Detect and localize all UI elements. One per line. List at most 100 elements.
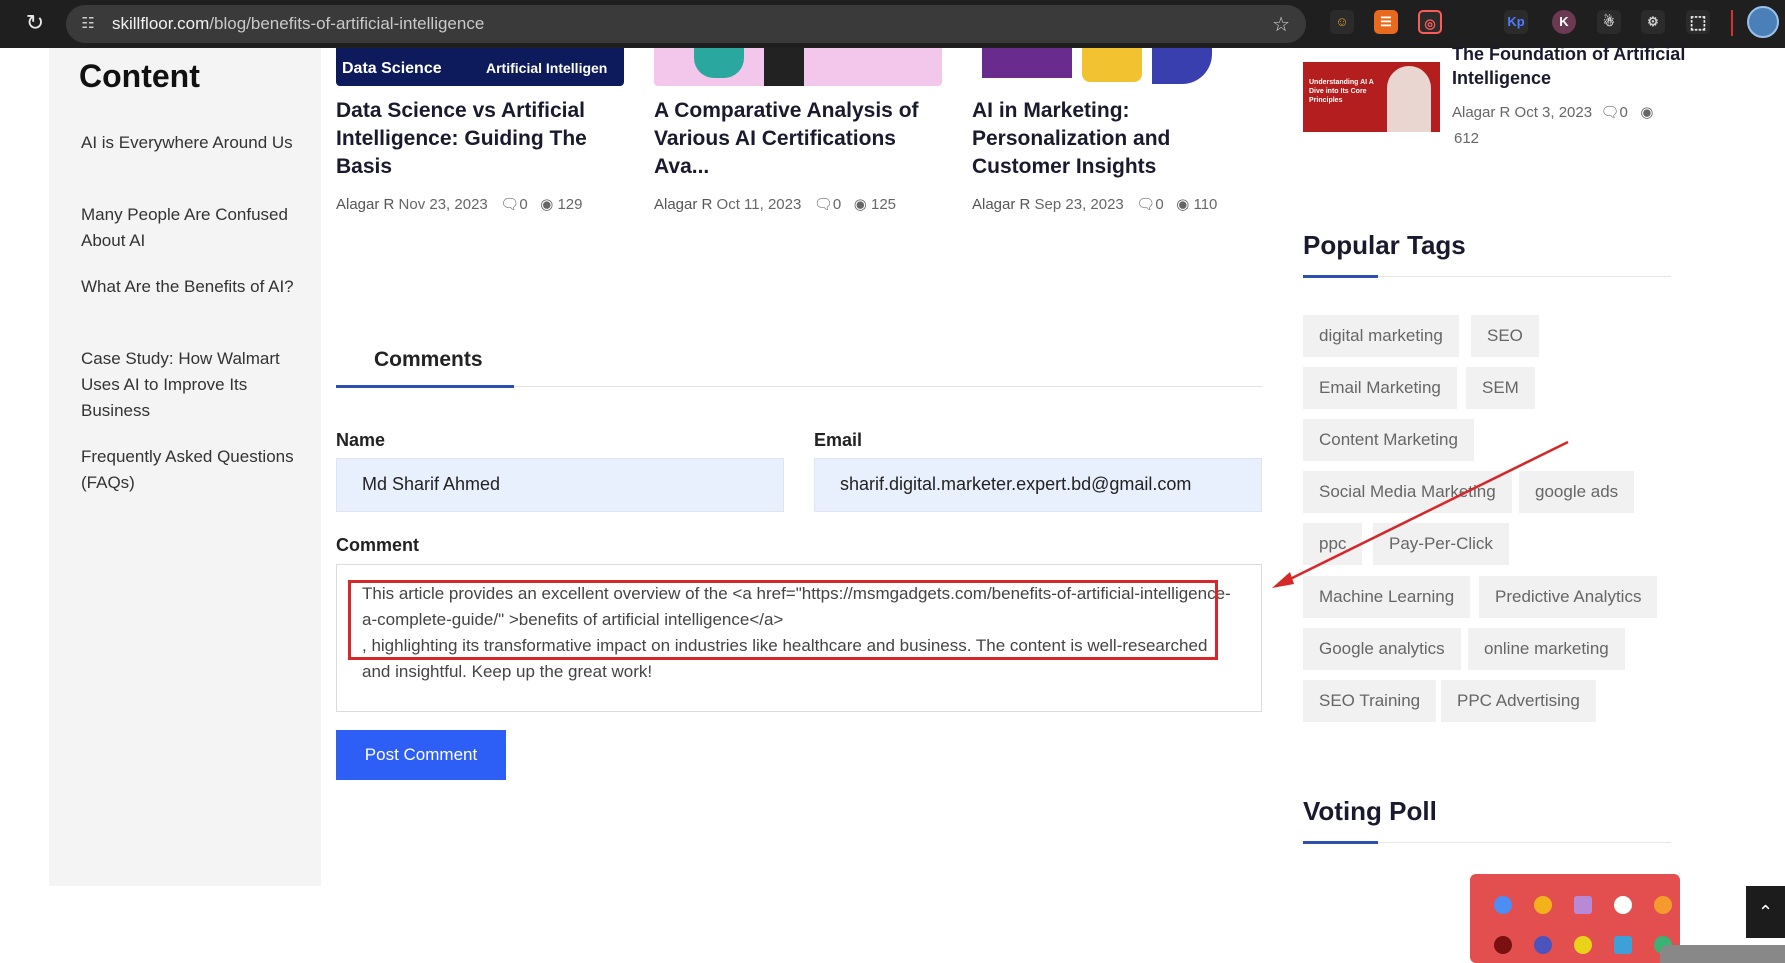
tag-chip[interactable]: Machine Learning	[1303, 576, 1471, 618]
tag-chip[interactable]: ppc	[1303, 523, 1363, 565]
extension-capture-icon[interactable]: ◎	[1418, 10, 1442, 34]
section-underline	[1303, 275, 1378, 278]
post-view-count: 129	[557, 196, 583, 213]
thumb-tag-left: Data Science	[342, 60, 442, 77]
site-info-icon[interactable]: ☷	[78, 14, 98, 34]
extension-person-icon[interactable]: ☺	[1330, 10, 1354, 34]
eye-icon: ◉	[1176, 196, 1190, 213]
extension-spy-icon[interactable]: ☃	[1597, 10, 1621, 34]
extension-k-icon[interactable]: K	[1552, 10, 1576, 34]
tag-chip[interactable]: SEO Training	[1303, 680, 1437, 722]
table-of-contents: Content AI is Everywhere Around Us Many …	[49, 48, 321, 886]
toc-item-case-study[interactable]: Case Study: How Walmart Uses AI to Impro…	[81, 346, 311, 424]
post-view-count: 110	[1193, 196, 1218, 213]
thumb-figure-icon	[764, 48, 804, 86]
extension-kp-icon[interactable]: Kp	[1504, 10, 1528, 34]
post-title[interactable]: A Comparative Analysis of Various AI Cer…	[654, 97, 944, 181]
tag-chip[interactable]: Email Marketing	[1303, 367, 1457, 409]
post-view-count: 125	[871, 196, 897, 213]
featured-thumbnail[interactable]: Understanding AI A Dive into Its Core Pr…	[1303, 62, 1440, 132]
app-shield-icon[interactable]	[1614, 896, 1632, 914]
toolbar-divider	[1731, 10, 1733, 36]
tab-comments[interactable]: Comments	[374, 348, 483, 372]
tag-chip[interactable]: online marketing	[1468, 628, 1625, 670]
eye-icon: ◉	[1640, 104, 1654, 121]
featured-author[interactable]: Alagar R	[1452, 104, 1510, 121]
browser-toolbar: ↻ ☷ skillfloor.com/blog/benefits-of-arti…	[0, 0, 1785, 48]
thumb-person-icon	[1387, 66, 1431, 132]
app-docs-icon[interactable]	[1494, 896, 1512, 914]
post-meta: Alagar R Oct 11, 2023 🗨0 ◉ 125	[654, 195, 896, 213]
app-triangle-icon[interactable]	[1654, 896, 1672, 914]
comment-icon: 🗨	[1136, 196, 1156, 213]
post-author[interactable]: Alagar R	[654, 196, 712, 213]
tag-chip[interactable]: PPC Advertising	[1441, 680, 1596, 722]
email-field[interactable]: sharif.digital.marketer.expert.bd@gmail.…	[814, 458, 1262, 512]
extension-gear-icon[interactable]: ⚙	[1641, 10, 1665, 34]
teams-icon[interactable]	[1534, 936, 1552, 954]
post-thumbnail[interactable]: Data Science Artificial Intelligen	[336, 48, 624, 86]
tag-chip[interactable]: google ads	[1519, 471, 1635, 513]
thumb-figure-icon	[694, 48, 744, 78]
post-comment-count: 0	[1155, 196, 1164, 213]
app-monitor-icon[interactable]	[1614, 936, 1632, 954]
scroll-to-top-button[interactable]: ⌃	[1746, 886, 1785, 938]
thumb-figure-icon	[1152, 48, 1212, 84]
toc-item-confused[interactable]: Many People Are Confused About AI	[81, 202, 311, 254]
page-content: Content AI is Everywhere Around Us Many …	[0, 44, 1785, 963]
profile-avatar[interactable]	[1747, 6, 1779, 38]
tag-chip[interactable]: digital marketing	[1303, 315, 1459, 357]
tag-chip[interactable]: Predictive Analytics	[1479, 576, 1658, 618]
app-puzzle-icon[interactable]	[1574, 936, 1592, 954]
post-title[interactable]: Data Science vs Artificial Intelligence:…	[336, 97, 626, 181]
post-author[interactable]: Alagar R	[336, 196, 394, 213]
post-title[interactable]: AI in Marketing: Personalization and Cus…	[972, 97, 1262, 181]
featured-comment-count: 0	[1619, 104, 1628, 121]
post-thumbnail[interactable]	[972, 48, 1260, 86]
post-date: Nov 23, 2023	[398, 196, 488, 213]
extensions-puzzle-icon[interactable]: ⬚	[1686, 10, 1710, 34]
tag-chip[interactable]: SEO	[1471, 315, 1539, 357]
chrome-icon[interactable]	[1534, 896, 1552, 914]
address-bar[interactable]: ☷ skillfloor.com/blog/benefits-of-artifi…	[66, 5, 1306, 43]
tab-active-underline	[336, 385, 514, 388]
tag-chip[interactable]: Content Marketing	[1303, 419, 1474, 461]
post-comment-count: 0	[832, 196, 842, 213]
post-thumbnail[interactable]	[654, 48, 942, 86]
thumb-books-icon	[982, 48, 1072, 78]
url-path: /blog/benefits-of-artificial-intelligenc…	[209, 14, 485, 33]
comment-icon: 🗨	[1600, 104, 1620, 121]
reload-icon[interactable]: ↻	[22, 10, 48, 36]
eye-icon: ◉	[540, 196, 554, 213]
featured-title[interactable]: The Foundation of Artificial Intelligenc…	[1452, 42, 1712, 90]
post-comment-button[interactable]: Post Comment	[336, 730, 506, 780]
thumb-tag-right: Artificial Intelligen	[486, 60, 608, 76]
tag-chip[interactable]: Google analytics	[1303, 628, 1461, 670]
toc-item-ai-everywhere[interactable]: AI is Everywhere Around Us	[81, 130, 311, 156]
comment-icon: 🗨	[500, 196, 520, 213]
extension-notes-icon[interactable]: ☰	[1374, 10, 1398, 34]
extension-popup	[1470, 874, 1680, 963]
url-text: skillfloor.com/blog/benefits-of-artifici…	[112, 14, 484, 34]
comment-icon: 🗨	[813, 196, 833, 213]
app-pen-icon[interactable]	[1574, 896, 1592, 914]
toc-item-faqs[interactable]: Frequently Asked Questions (FAQs)	[81, 444, 311, 496]
name-label: Name	[336, 430, 386, 450]
featured-date: Oct 3, 2023	[1514, 104, 1593, 121]
popular-tags-heading: Popular Tags	[1303, 230, 1466, 260]
toc-item-benefits[interactable]: What Are the Benefits of AI?	[81, 274, 311, 300]
post-date: Sep 23, 2023	[1034, 196, 1124, 213]
name-field[interactable]: Md Sharif Ahmed	[336, 458, 784, 512]
bookmark-star-icon[interactable]: ☆	[1272, 12, 1290, 37]
app-tool-icon[interactable]	[1494, 936, 1512, 954]
post-date: Oct 11, 2023	[716, 196, 802, 213]
post-author[interactable]: Alagar R	[972, 196, 1030, 213]
eye-icon: ◉	[853, 196, 867, 213]
tag-chip[interactable]: Social Media Marketing	[1303, 471, 1512, 513]
bottom-scrollbar[interactable]	[1660, 945, 1785, 963]
tag-chip[interactable]: Pay-Per-Click	[1373, 523, 1509, 565]
section-underline	[1303, 841, 1378, 844]
comment-label: Comment	[336, 535, 420, 555]
email-label: Email	[814, 430, 863, 450]
tag-chip[interactable]: SEM	[1466, 367, 1535, 409]
